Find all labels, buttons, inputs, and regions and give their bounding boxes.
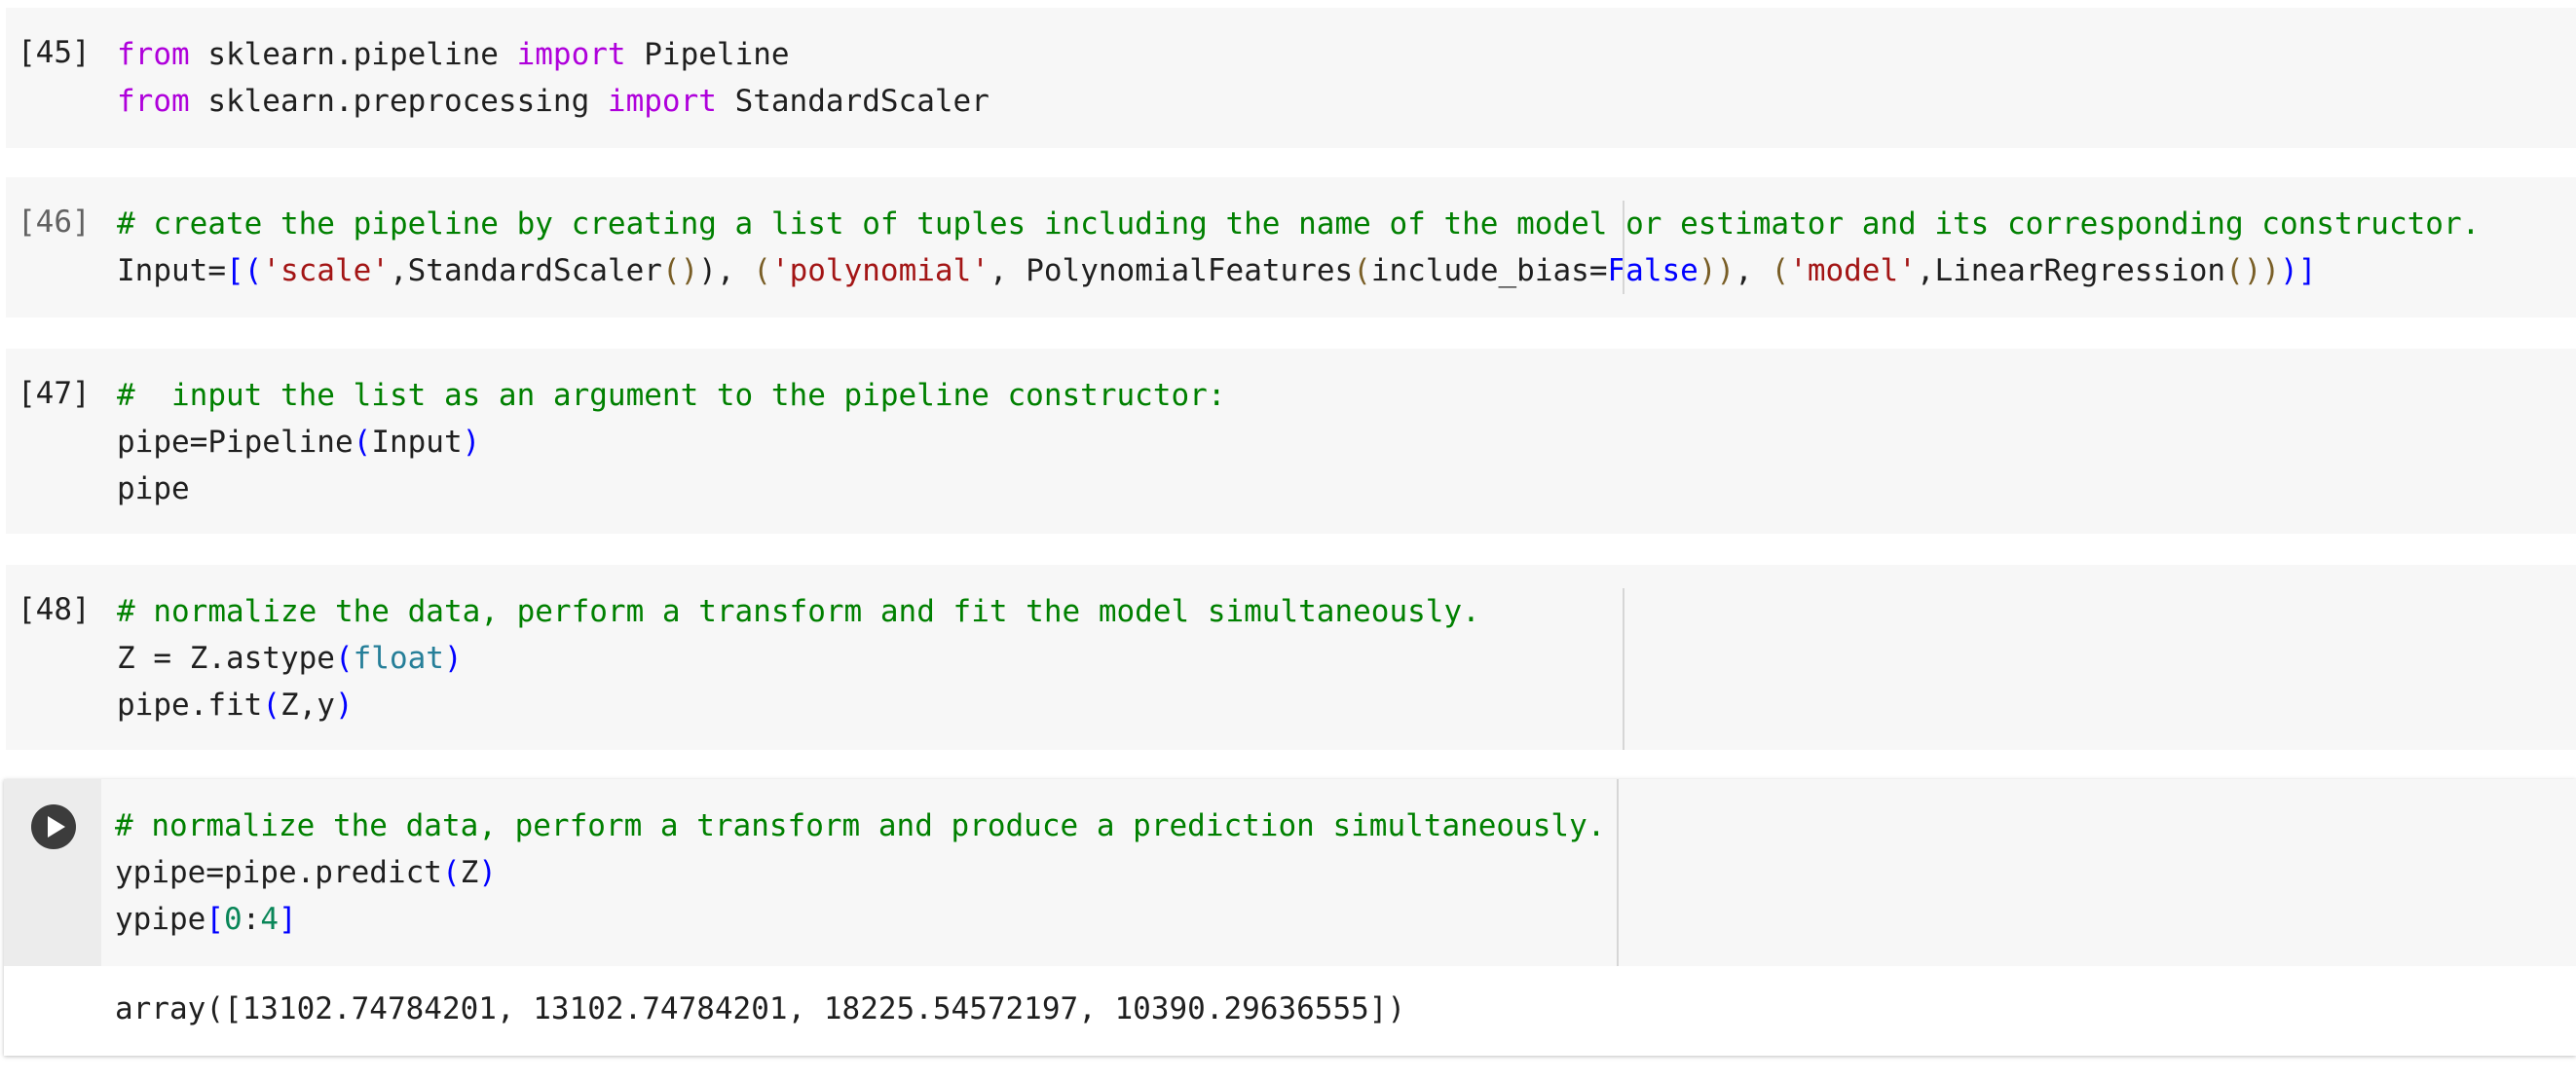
code-cell-47[interactable]: [47] # input the list as an argument to … bbox=[6, 349, 2576, 534]
code-line: Z = Z.astype(float) bbox=[117, 635, 2576, 682]
code-token: import bbox=[516, 37, 626, 72]
code-token: pipe bbox=[117, 471, 190, 506]
code-token: ] bbox=[279, 902, 297, 937]
code-token: # input the list as an argument to the p… bbox=[117, 378, 1226, 413]
code-token: import bbox=[607, 84, 717, 119]
code-token: ), bbox=[698, 253, 754, 288]
code-editor[interactable]: # normalize the data, perform a transfor… bbox=[115, 802, 2576, 943]
code-token: ypipe=pipe.predict bbox=[115, 855, 442, 890]
code-token: # normalize the data, perform a transfor… bbox=[117, 594, 1480, 629]
code-token: ) bbox=[478, 855, 497, 890]
code-line: # input the list as an argument to the p… bbox=[117, 372, 2576, 419]
code-token: 'polynomial' bbox=[770, 253, 989, 288]
code-cell-46[interactable]: [46] # create the pipeline by creating a… bbox=[6, 177, 2576, 317]
code-token: 'model' bbox=[1789, 253, 1917, 288]
code-token: ) bbox=[462, 425, 481, 460]
code-cell-48[interactable]: [48] # normalize the data, perform a tra… bbox=[6, 565, 2576, 750]
code-token: from bbox=[117, 84, 190, 119]
code-line: pipe=Pipeline(Input) bbox=[117, 419, 2576, 466]
code-line: pipe bbox=[117, 466, 2576, 512]
code-token: ( bbox=[1771, 253, 1790, 288]
cell-execution-count: [45] bbox=[18, 35, 91, 70]
code-token: )] bbox=[2280, 253, 2317, 288]
code-token: [ bbox=[205, 902, 224, 937]
code-line: ypipe[0:4] bbox=[115, 896, 2576, 943]
code-token: Input bbox=[371, 425, 463, 460]
code-token: ()) bbox=[2225, 253, 2281, 288]
cell-execution-count: [46] bbox=[18, 205, 91, 240]
code-cell-45[interactable]: [45] from sklearn.pipeline import Pipeli… bbox=[6, 8, 2576, 148]
code-token: , PolynomialFeatures bbox=[989, 253, 1354, 288]
code-token: sklearn.pipeline bbox=[189, 37, 517, 72]
code-token: [( bbox=[225, 253, 263, 288]
play-icon bbox=[48, 816, 65, 838]
code-token: , bbox=[1735, 253, 1772, 288]
code-token: 4 bbox=[260, 902, 280, 937]
code-token: pipe.fit bbox=[117, 688, 263, 723]
cell-output: array([13102.74784201, 13102.74784201, 1… bbox=[115, 991, 1406, 1026]
code-token: False bbox=[1607, 253, 1699, 288]
code-token: ,StandardScaler bbox=[389, 253, 662, 288]
code-token: float bbox=[353, 641, 444, 676]
code-token: ( bbox=[441, 855, 461, 890]
code-token: Z,y bbox=[280, 688, 335, 723]
code-token: ( bbox=[334, 641, 354, 676]
code-line: Input=[('scale',StandardScaler()), ('pol… bbox=[117, 247, 2576, 294]
code-token: Input= bbox=[117, 253, 226, 288]
code-token: include_bias= bbox=[1370, 253, 1608, 288]
code-token: ( bbox=[1353, 253, 1371, 288]
run-cell-button[interactable] bbox=[31, 804, 76, 849]
code-token: StandardScaler bbox=[716, 84, 989, 119]
code-line: from sklearn.preprocessing import Standa… bbox=[117, 78, 2576, 125]
code-token: 'scale' bbox=[262, 253, 390, 288]
code-line: pipe.fit(Z,y) bbox=[117, 682, 2576, 728]
code-line: ypipe=pipe.predict(Z) bbox=[115, 849, 2576, 896]
code-token: () bbox=[661, 253, 699, 288]
code-token: ,LinearRegression bbox=[1916, 253, 2226, 288]
code-token: 0 bbox=[224, 902, 243, 937]
code-line: # normalize the data, perform a transfor… bbox=[117, 588, 2576, 635]
code-token: from bbox=[117, 37, 190, 72]
code-editor[interactable]: # normalize the data, perform a transfor… bbox=[117, 588, 2576, 728]
code-token: ( bbox=[262, 688, 280, 723]
line-length-ruler bbox=[1617, 779, 1619, 966]
code-token: ypipe bbox=[115, 902, 206, 937]
code-line: # create the pipeline by creating a list… bbox=[117, 201, 2576, 247]
line-length-ruler bbox=[1623, 588, 1624, 750]
code-token: Z bbox=[460, 855, 479, 890]
code-token: Pipeline bbox=[625, 37, 790, 72]
code-line: from sklearn.pipeline import Pipeline bbox=[117, 31, 2576, 78]
code-token: ) bbox=[334, 688, 354, 723]
code-token: # normalize the data, perform a transfor… bbox=[115, 808, 1606, 843]
code-token: ) bbox=[443, 641, 463, 676]
cell-execution-count: [48] bbox=[18, 592, 91, 627]
line-length-ruler bbox=[1623, 201, 1624, 294]
code-token: ( bbox=[353, 425, 372, 460]
code-token: Z = Z.astype bbox=[117, 641, 335, 676]
code-token: )) bbox=[1698, 253, 1736, 288]
code-token: : bbox=[242, 902, 261, 937]
active-code-cell[interactable]: # normalize the data, perform a transfor… bbox=[4, 779, 2576, 1056]
code-token: ( bbox=[753, 253, 771, 288]
code-token: sklearn.preprocessing bbox=[189, 84, 608, 119]
cell-execution-count: [47] bbox=[18, 376, 91, 411]
code-line: # normalize the data, perform a transfor… bbox=[115, 802, 2576, 849]
code-editor[interactable]: from sklearn.pipeline import Pipeline fro… bbox=[117, 31, 2576, 125]
code-token: pipe=Pipeline bbox=[117, 425, 354, 460]
code-token: # create the pipeline by creating a list… bbox=[117, 206, 2481, 242]
code-editor[interactable]: # input the list as an argument to the p… bbox=[117, 372, 2576, 512]
code-editor[interactable]: # create the pipeline by creating a list… bbox=[117, 201, 2576, 294]
